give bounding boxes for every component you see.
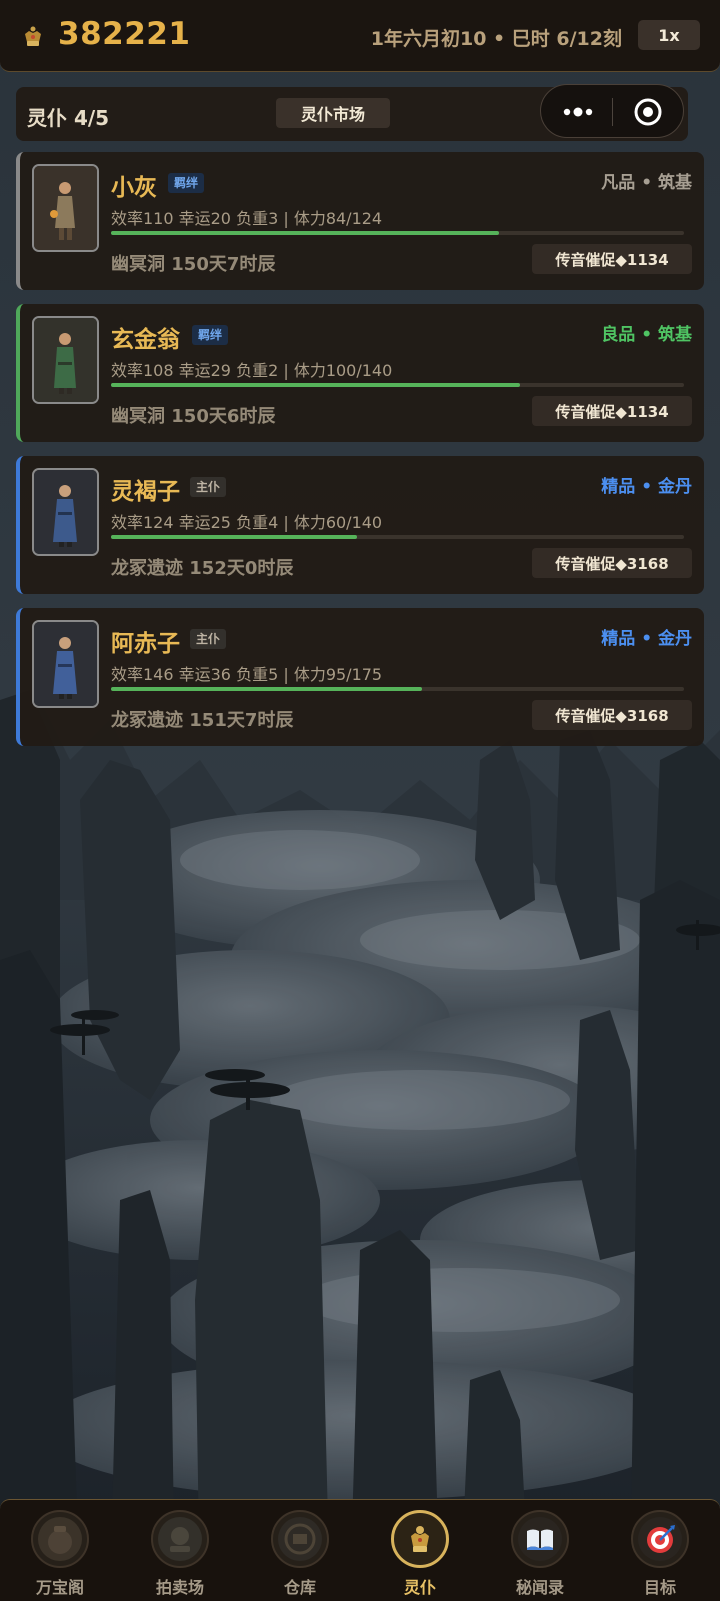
- stamina-bar: [111, 383, 684, 387]
- servant-stats: 效率146 幸运36 负重5 | 体力95/175: [111, 665, 383, 684]
- servant-figure-icon: [34, 622, 97, 706]
- target-icon: [631, 1510, 689, 1568]
- servant-rank: 精品 • 金丹: [601, 629, 692, 649]
- servant-portrait: [32, 164, 99, 252]
- servant-portrait: [32, 316, 99, 404]
- nav-target[interactable]: 目标: [600, 1510, 720, 1600]
- servant-location: 龙冢遗迹 151天7时辰: [111, 710, 294, 731]
- servant-figure-icon: [34, 166, 97, 250]
- servant-count: 灵仆 4/5: [27, 106, 110, 130]
- game-time: 1年六月初10 • 巳时 6/12刻: [370, 28, 622, 50]
- nav-label: 仓库: [283, 1578, 316, 1597]
- servant-stats: 效率110 幸运20 负重3 | 体力84/124: [111, 209, 383, 228]
- stamina-bar: [111, 231, 684, 235]
- bottom-navigation: 万宝阁 拍卖场 仓库 灵仆 秘闻录 目标: [0, 1499, 720, 1601]
- urge-button[interactable]: 传音催促◆3168: [532, 700, 692, 730]
- servant-name: 小灰: [111, 175, 157, 201]
- treasure-pavilion-icon: [31, 1510, 89, 1568]
- servant-rank: 精品 • 金丹: [601, 477, 692, 497]
- stamina-fill: [111, 383, 521, 387]
- servant-icon: [391, 1510, 449, 1568]
- more-icon[interactable]: [561, 103, 595, 121]
- servant-rank: 良品 • 筑基: [601, 325, 692, 345]
- gold-amount: 382221: [58, 16, 191, 52]
- servant-tag: 羁绊: [168, 173, 205, 193]
- urge-button[interactable]: 传音催促◆3168: [532, 548, 692, 578]
- stamina-fill: [111, 687, 423, 691]
- servant-portrait: [32, 468, 99, 556]
- nav-warehouse[interactable]: 仓库: [240, 1510, 360, 1600]
- servant-portrait: [32, 620, 99, 708]
- top-status-bar: 382221 1年六月初10 • 巳时 6/12刻 1x: [0, 0, 720, 72]
- nav-label: 拍卖场: [155, 1578, 204, 1597]
- nav-book[interactable]: 秘闻录: [480, 1510, 600, 1600]
- nav-auction[interactable]: 拍卖场: [120, 1510, 240, 1600]
- servant-card[interactable]: 灵褐子 主仆 精品 • 金丹 效率124 幸运25 负重4 | 体力60/140…: [16, 456, 704, 594]
- servant-figure-icon: [34, 470, 97, 554]
- servant-figure-icon: [34, 318, 97, 402]
- close-miniprogram-icon[interactable]: [633, 97, 663, 127]
- auction-icon: [151, 1510, 209, 1568]
- stamina-fill: [111, 535, 357, 539]
- book-icon: [511, 1510, 569, 1568]
- servant-name: 玄金翁: [111, 327, 180, 353]
- nav-label: 灵仆: [403, 1578, 436, 1597]
- servant-market-button[interactable]: 灵仆市场: [276, 98, 390, 128]
- servant-rank: 凡品 • 筑基: [601, 173, 692, 193]
- servant-name: 阿赤子: [111, 631, 180, 657]
- stamina-fill: [111, 231, 499, 235]
- servant-stats: 效率108 幸运29 负重2 | 体力100/140: [111, 361, 393, 380]
- servant-location: 龙冢遗迹 152天0时辰: [111, 558, 294, 579]
- miniprogram-capsule: [540, 84, 684, 138]
- nav-label: 万宝阁: [35, 1578, 84, 1597]
- servant-name: 灵褐子: [111, 479, 180, 505]
- servant-tag: 主仆: [190, 477, 227, 497]
- servant-card[interactable]: 小灰 羁绊 凡品 • 筑基 效率110 幸运20 负重3 | 体力84/124 …: [16, 152, 704, 290]
- servant-card[interactable]: 玄金翁 羁绊 良品 • 筑基 效率108 幸运29 负重2 | 体力100/14…: [16, 304, 704, 442]
- nav-servant[interactable]: 灵仆: [360, 1510, 480, 1600]
- stamina-bar: [111, 687, 684, 691]
- capsule-divider: [612, 98, 613, 126]
- servant-location: 幽冥洞 150天6时辰: [111, 406, 276, 427]
- warehouse-icon: [271, 1510, 329, 1568]
- servant-location: 幽冥洞 150天7时辰: [111, 254, 276, 275]
- stamina-bar: [111, 535, 684, 539]
- urge-button[interactable]: 传音催促◆1134: [532, 244, 692, 274]
- urge-button[interactable]: 传音催促◆1134: [532, 396, 692, 426]
- speed-button[interactable]: 1x: [638, 20, 700, 50]
- servant-card[interactable]: 阿赤子 主仆 精品 • 金丹 效率146 幸运36 负重5 | 体力95/175…: [16, 608, 704, 746]
- servant-tag: 主仆: [190, 629, 227, 649]
- servant-tag: 羁绊: [192, 325, 229, 345]
- nav-label: 秘闻录: [515, 1578, 564, 1597]
- nav-treasure-pavilion[interactable]: 万宝阁: [0, 1510, 120, 1600]
- servant-stats: 效率124 幸运25 负重4 | 体力60/140: [111, 513, 383, 532]
- nav-label: 目标: [643, 1578, 676, 1597]
- gold-crown-icon: [25, 26, 41, 46]
